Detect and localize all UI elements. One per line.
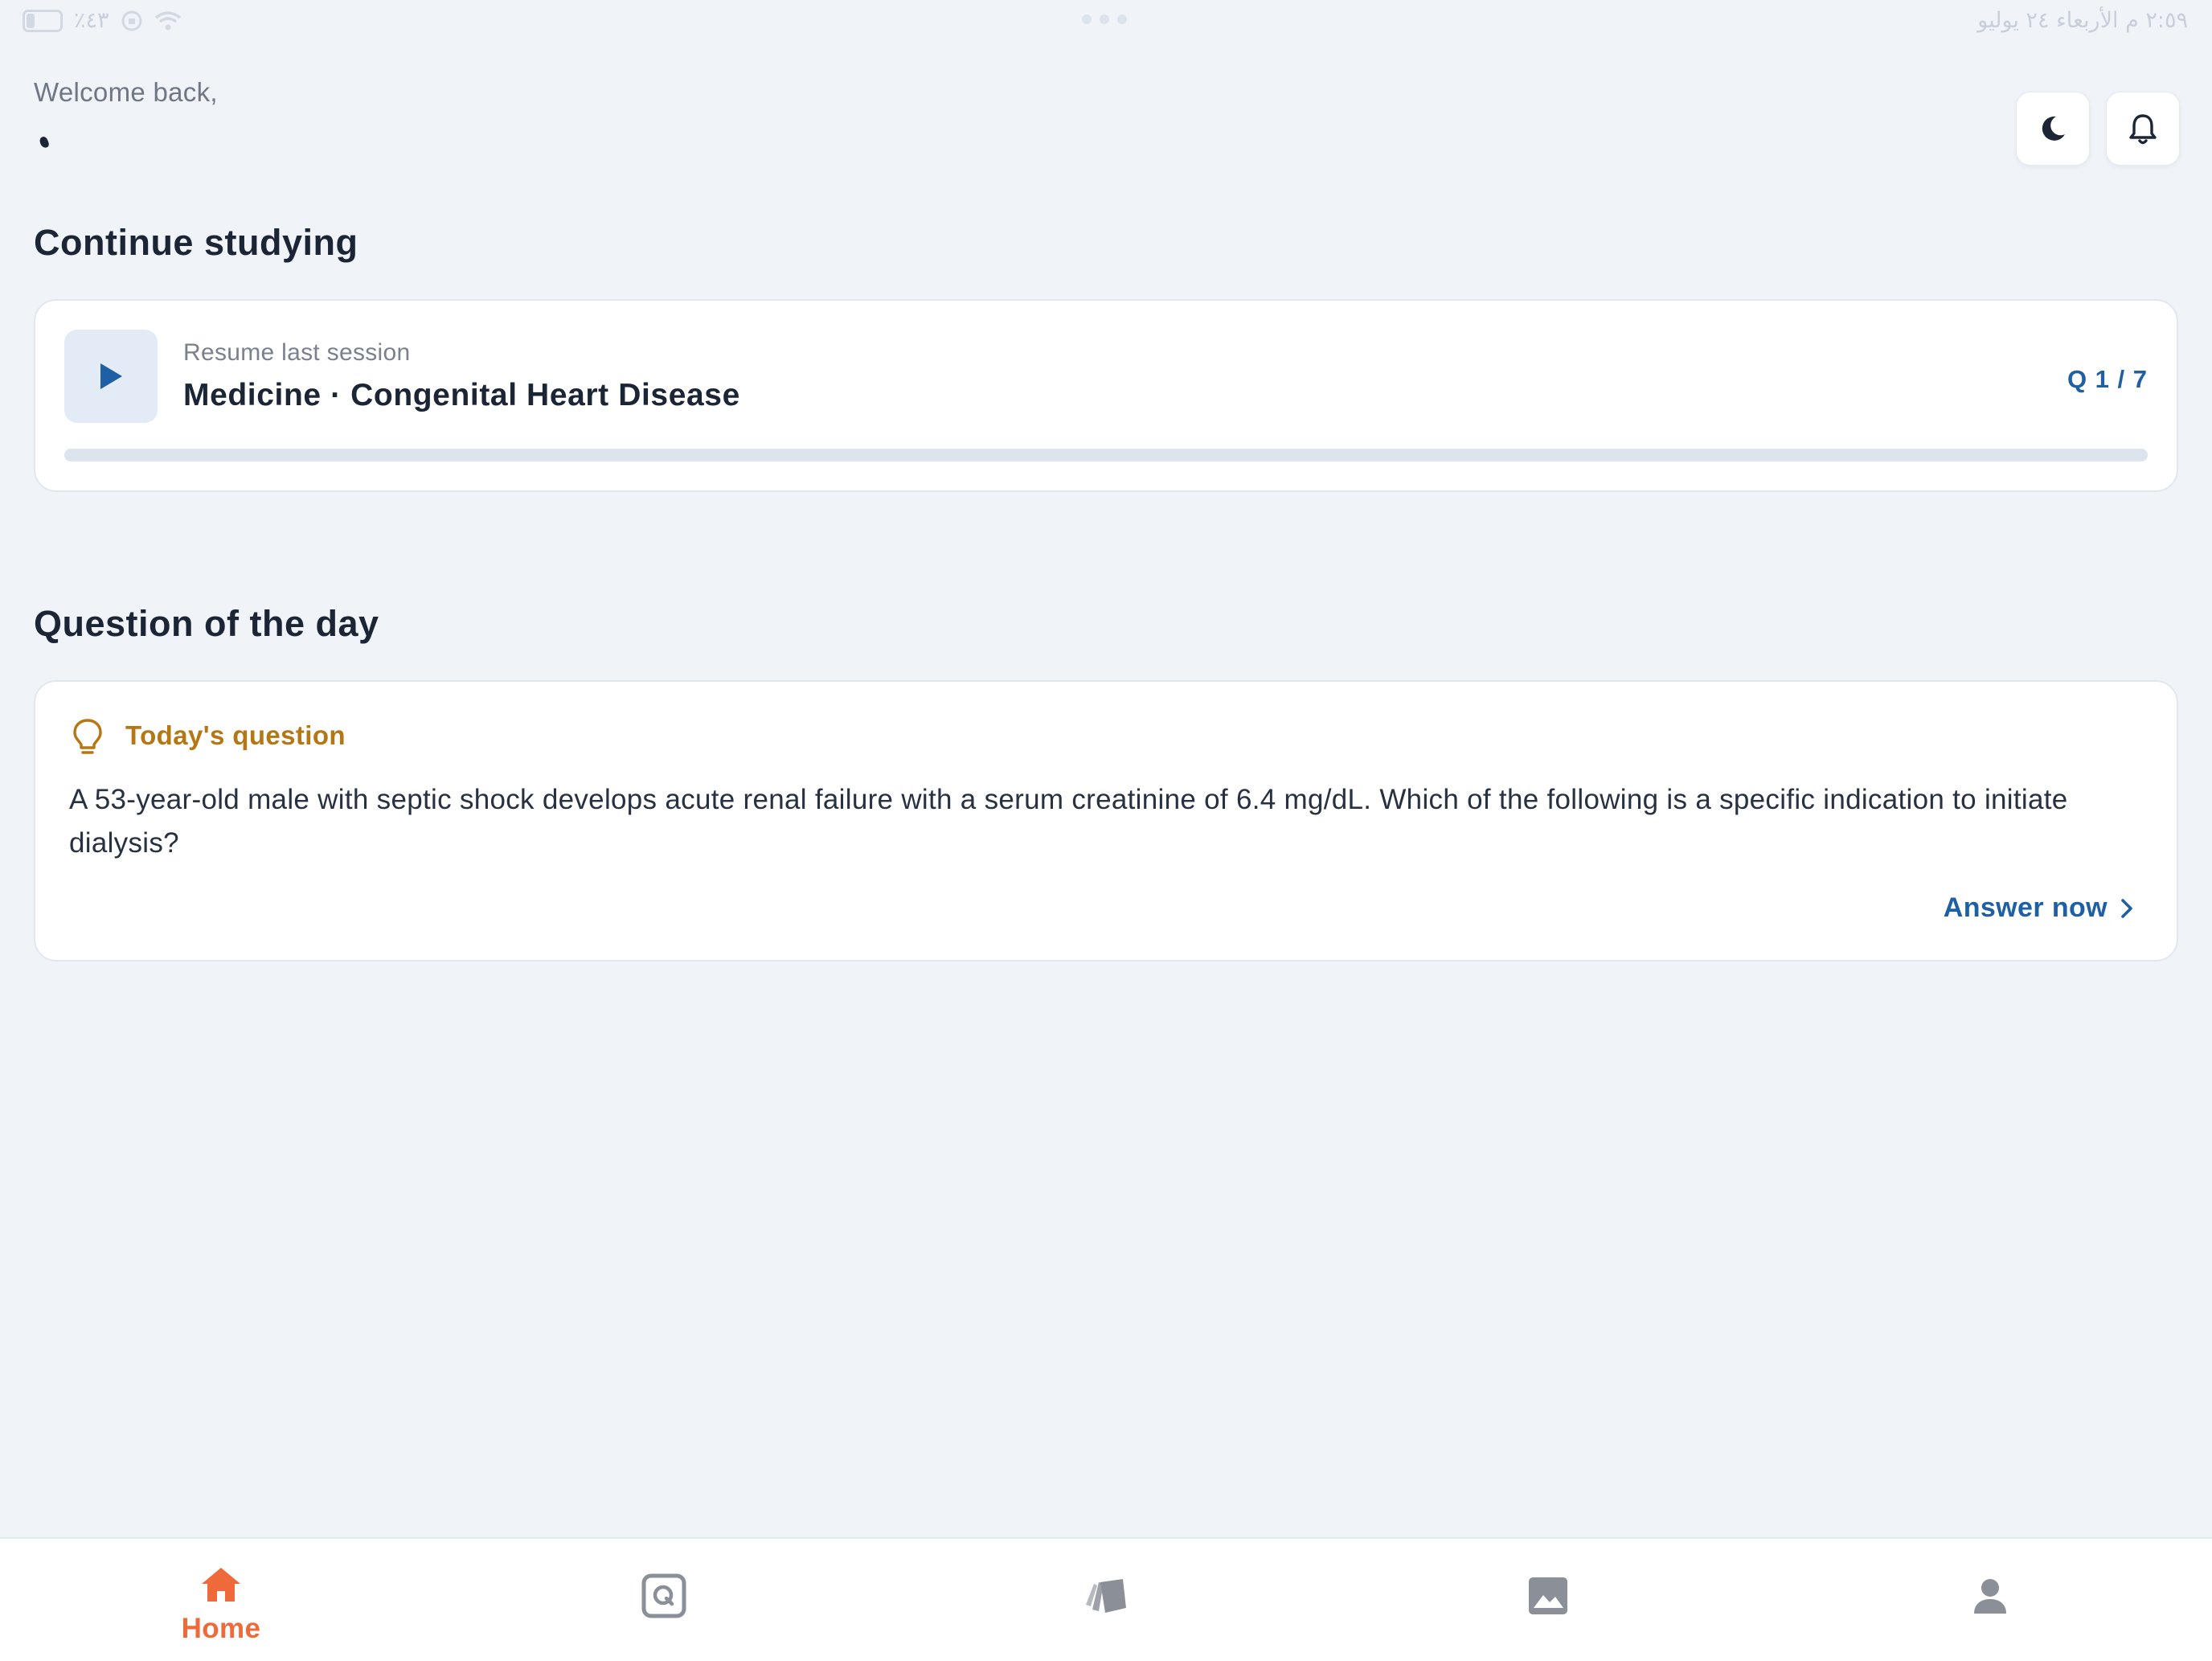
lightbulb-icon: [73, 719, 102, 754]
wifi-icon: [154, 10, 181, 30]
question-of-the-day-heading: Question of the day: [34, 603, 379, 644]
theme-toggle-button[interactable]: [2016, 92, 2090, 166]
todays-question-label: Today's question: [125, 720, 346, 750]
username: [38, 135, 51, 150]
nav-profile[interactable]: [1910, 1539, 2071, 1661]
answer-now-label: Answer now: [1943, 892, 2108, 923]
question-bank-icon: [641, 1573, 686, 1618]
status-bar: ٪٤٣ ٢:٥٩ م الأربعاء ٢٤ يوليو: [0, 0, 2212, 40]
battery-icon: [23, 9, 63, 32]
nav-question-bank[interactable]: [584, 1539, 744, 1661]
question-text: A 53-year-old male with septic shock dev…: [69, 784, 2068, 859]
bell-icon: [2129, 114, 2157, 145]
chevron-right-icon: [2121, 898, 2132, 918]
status-left: ٪٤٣: [23, 8, 182, 33]
moon-icon: [2042, 116, 2065, 141]
bottom-navigation: Home: [0, 1537, 2212, 1661]
nav-flashcards[interactable]: [1026, 1539, 1186, 1661]
continue-studying-heading: Continue studying: [34, 222, 358, 263]
resume-play-button[interactable]: [64, 330, 158, 423]
multitasking-indicator[interactable]: [1082, 14, 1127, 24]
resume-session-card[interactable]: Resume last session Medicine · Congenita…: [34, 299, 2178, 492]
notifications-button[interactable]: [2106, 92, 2180, 166]
play-icon: [100, 363, 122, 389]
resume-session-title: Medicine · Congenital Heart Disease: [183, 378, 740, 412]
welcome-text: Welcome back,: [34, 77, 218, 107]
orientation-lock-icon: [121, 10, 142, 31]
profile-icon: [1974, 1579, 2006, 1614]
nav-images[interactable]: [1468, 1539, 1628, 1661]
question-counter: Q 1 / 7: [2067, 365, 2148, 393]
resume-subtitle: Resume last session: [183, 339, 411, 366]
status-datetime: ٢:٥٩ م الأربعاء ٢٤ يوليو: [1977, 8, 2188, 33]
nav-home-label: Home: [181, 1613, 261, 1644]
flashcards-icon: [1086, 1579, 1126, 1613]
images-icon: [1529, 1577, 1567, 1614]
answer-now-link[interactable]: Answer now: [1944, 892, 2133, 924]
question-of-the-day-card[interactable]: Today's question A 53-year-old male with…: [34, 680, 2178, 962]
battery-percent: ٪٤٣: [74, 8, 109, 32]
session-progress-bar: [64, 449, 2148, 461]
nav-home[interactable]: Home: [141, 1539, 301, 1661]
home-icon: [202, 1568, 240, 1602]
